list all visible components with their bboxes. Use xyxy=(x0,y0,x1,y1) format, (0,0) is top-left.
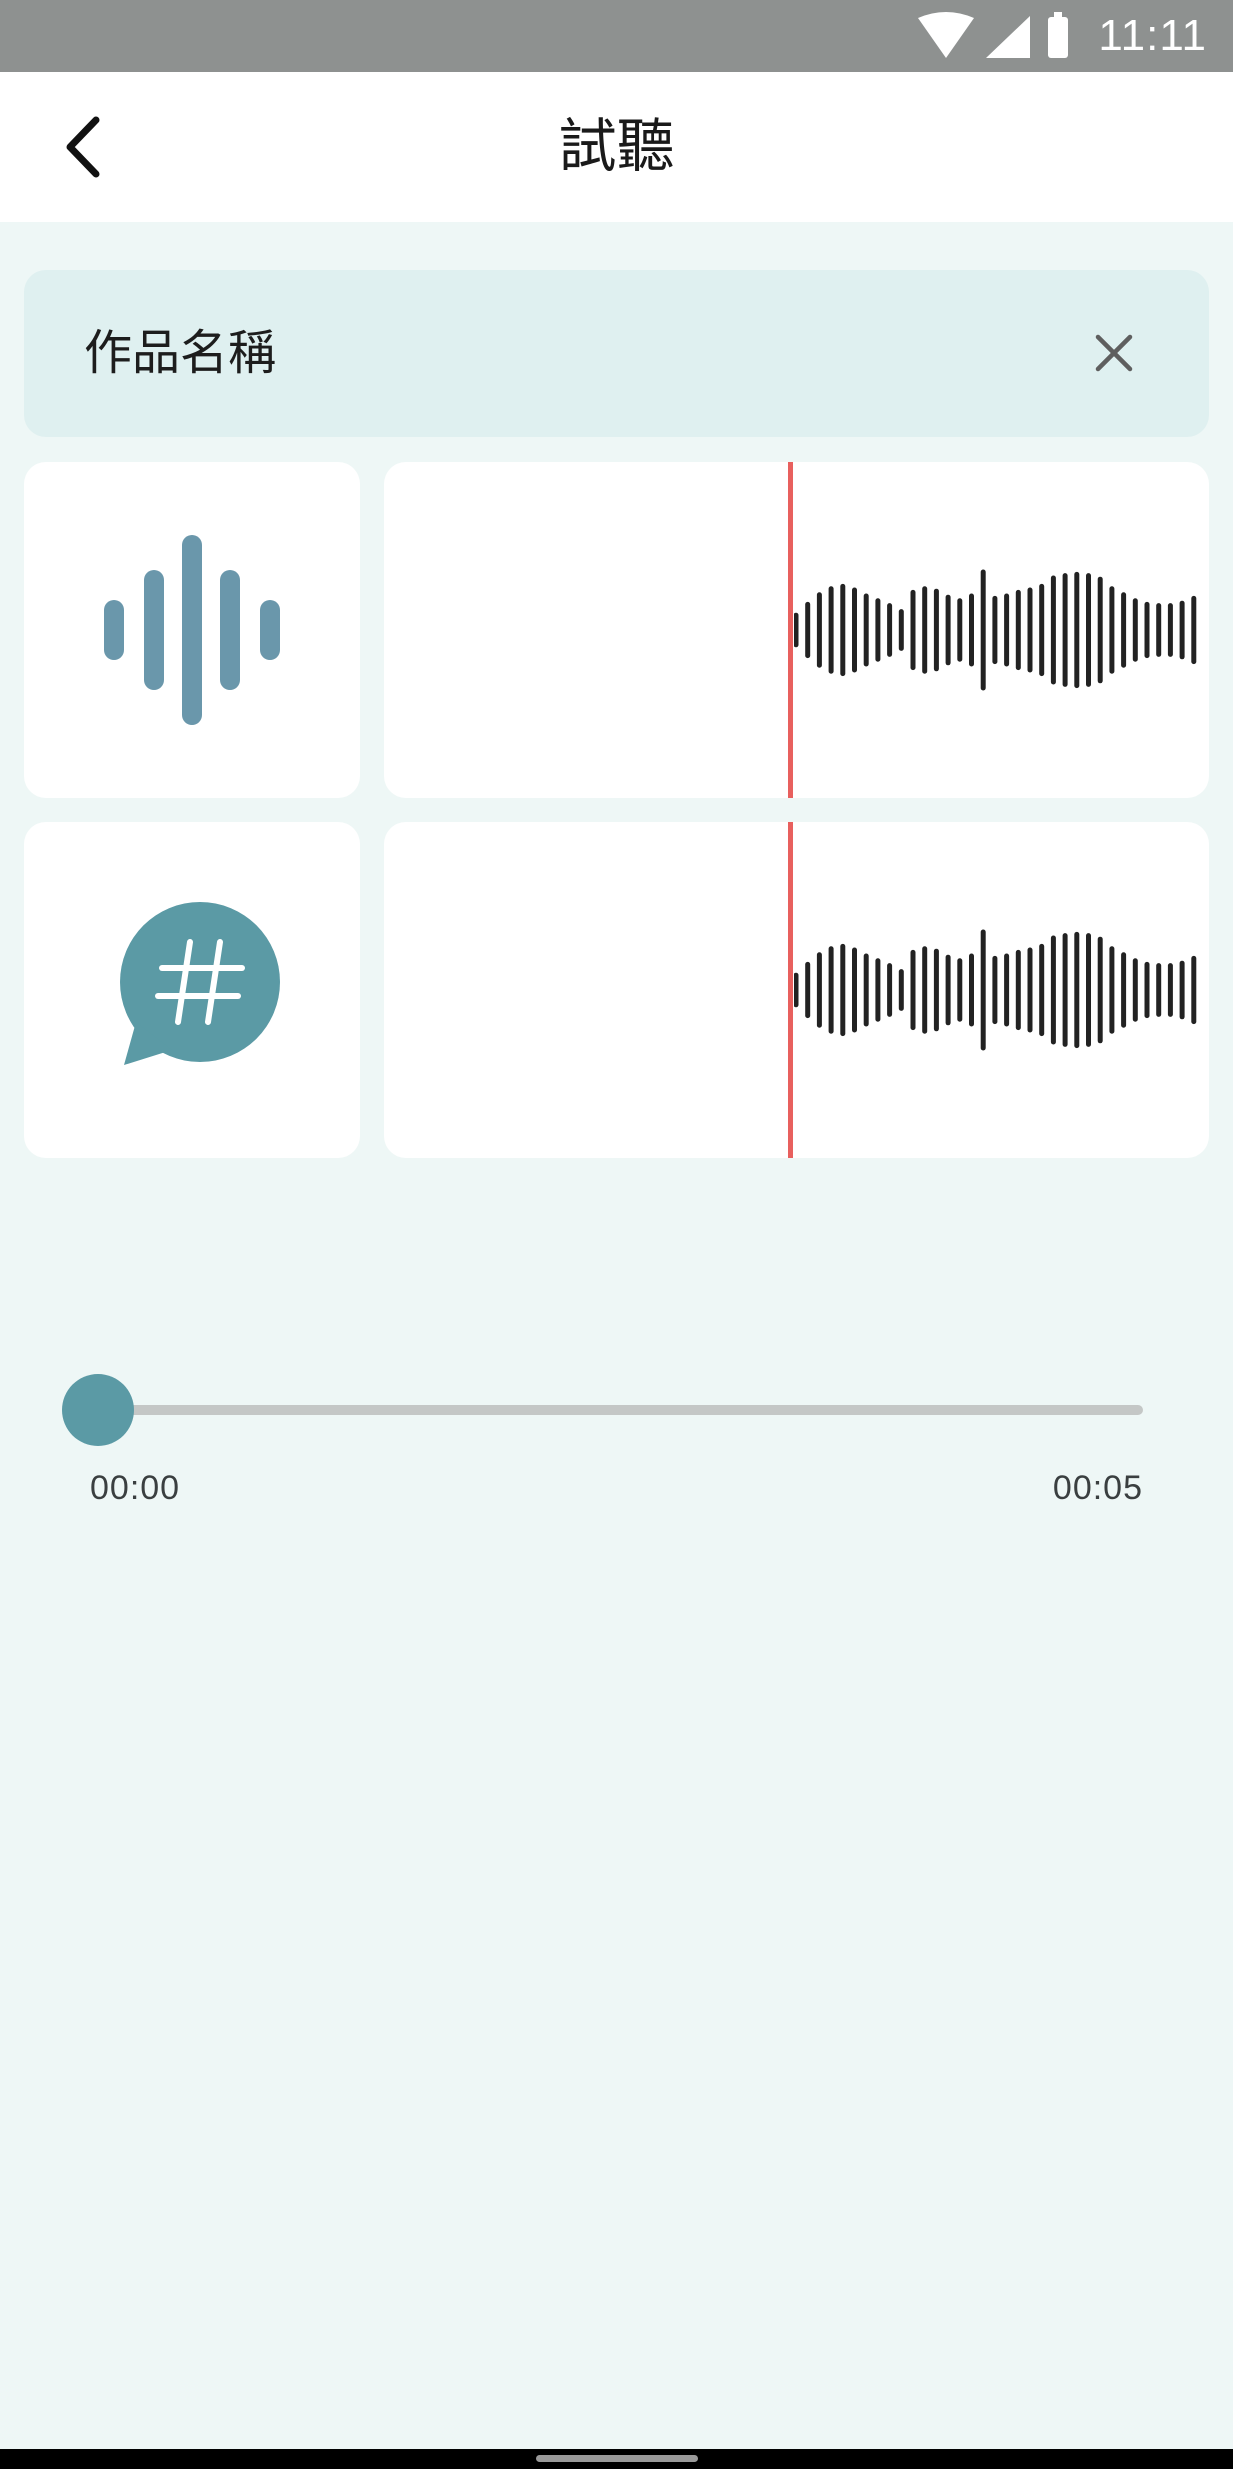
total-time: 00:05 xyxy=(1052,1469,1143,1507)
progress-slider-thumb[interactable] xyxy=(62,1374,134,1446)
background-track-button[interactable] xyxy=(24,822,360,1158)
voice-waveform-icon xyxy=(104,535,280,725)
waveform xyxy=(794,569,1197,691)
work-name-label: 作品名稱 xyxy=(84,325,277,381)
hashtag-chat-bubble-icon xyxy=(120,902,280,1065)
status-bar: 11:11 xyxy=(0,0,1233,72)
background-track-waveform[interactable] xyxy=(384,822,1209,1158)
home-handle[interactable] xyxy=(536,2455,698,2462)
cellular-signal-icon xyxy=(986,16,1030,58)
close-button[interactable] xyxy=(1075,314,1153,392)
playhead[interactable] xyxy=(788,462,793,798)
playhead[interactable] xyxy=(788,822,793,1158)
work-name-box: 作品名稱 xyxy=(24,270,1209,437)
battery-icon xyxy=(1048,12,1068,58)
page-title: 試聽 xyxy=(558,112,675,180)
status-time: 11:11 xyxy=(1098,11,1207,60)
wifi-icon xyxy=(918,12,974,58)
waveform xyxy=(794,929,1197,1051)
app-bar: 試聽 xyxy=(0,72,1233,222)
status-icons xyxy=(918,12,1068,58)
progress-slider[interactable] xyxy=(98,1405,1143,1415)
voice-track-waveform[interactable] xyxy=(384,462,1209,798)
close-icon xyxy=(1095,334,1133,372)
system-nav-bar xyxy=(0,2449,1233,2469)
voice-track-button[interactable] xyxy=(24,462,360,798)
current-time: 00:00 xyxy=(90,1469,181,1507)
